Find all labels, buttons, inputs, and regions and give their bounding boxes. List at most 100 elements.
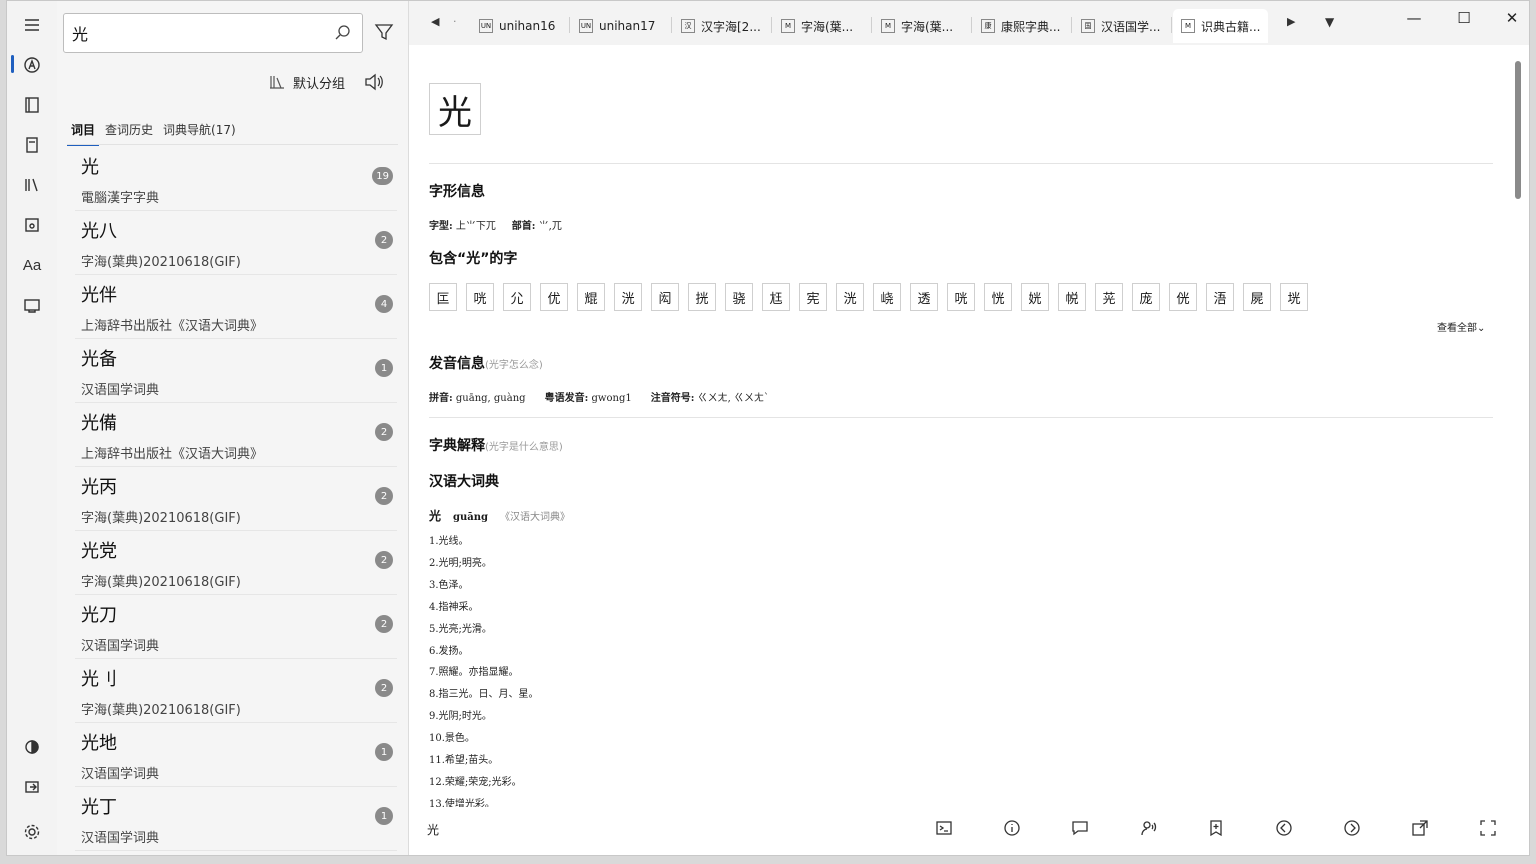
font-icon[interactable]: Aa bbox=[16, 249, 48, 281]
related-char[interactable]: 洸 bbox=[836, 283, 864, 311]
info-icon[interactable] bbox=[1003, 819, 1023, 837]
list-item[interactable]: 光丁 汉语国学词典 1 bbox=[75, 787, 397, 851]
doc-tab[interactable]: UN unihan16 bbox=[471, 9, 563, 43]
definition-item: 11.希望;苗头。 bbox=[429, 755, 499, 767]
list-item[interactable]: 光伴 上海辞书出版社《汉语大词典》 4 bbox=[75, 275, 397, 339]
list-item-dict: 字海(葉典)20210618(GIF) bbox=[81, 511, 241, 526]
open-external-icon[interactable] bbox=[1411, 819, 1431, 837]
related-char[interactable]: 侊 bbox=[1169, 283, 1197, 311]
doc-tab[interactable]: M 识典古籍... bbox=[1173, 9, 1269, 43]
glyph-meta: 字型: 上⺌下兀 部首: ⺌,兀 bbox=[429, 217, 562, 232]
doc-tab[interactable]: 康康熙字典... bbox=[973, 9, 1068, 43]
related-char[interactable]: 挄 bbox=[688, 283, 716, 311]
comment-icon[interactable] bbox=[1071, 819, 1091, 837]
tab-separator bbox=[569, 17, 570, 33]
related-char[interactable]: 闳 bbox=[651, 283, 679, 311]
related-char[interactable]: 咣 bbox=[466, 283, 494, 311]
doc-tab[interactable]: 国汉语国学... bbox=[1073, 9, 1168, 43]
related-char[interactable]: 尪 bbox=[762, 283, 790, 311]
related-char[interactable]: 宪 bbox=[799, 283, 827, 311]
screen-capture-icon[interactable] bbox=[16, 289, 48, 321]
hamburger-icon[interactable] bbox=[16, 9, 48, 41]
related-char[interactable]: 透 bbox=[910, 283, 938, 311]
related-char[interactable]: 洸 bbox=[614, 283, 642, 311]
doc-tab[interactable]: UN unihan17 bbox=[571, 9, 663, 43]
list-item-word: 光党 bbox=[81, 541, 117, 562]
related-char[interactable]: 姯 bbox=[1021, 283, 1049, 311]
filter-icon[interactable] bbox=[373, 21, 395, 43]
dictionary-icon: UN bbox=[479, 19, 493, 33]
related-char[interactable]: 帨 bbox=[1058, 283, 1086, 311]
doc-tab-label: 康熙字典... bbox=[1001, 19, 1061, 34]
view-all-link[interactable]: 查看全部⌄ bbox=[1437, 319, 1485, 334]
list-item[interactable]: 光地 汉语国学词典 1 bbox=[75, 723, 397, 787]
tab-history[interactable]: 查词历史 bbox=[101, 119, 157, 146]
definition-item: 6.发扬。 bbox=[429, 645, 469, 657]
doc-tab-label: 识典古籍... bbox=[1201, 19, 1261, 34]
related-char[interactable]: 屍 bbox=[1243, 283, 1271, 311]
related-char[interactable]: 垙 bbox=[1280, 283, 1308, 311]
list-item[interactable]: 光备 汉语国学词典 1 bbox=[75, 339, 397, 403]
audio-book-icon[interactable] bbox=[16, 209, 48, 241]
list-item[interactable]: 光刂 字海(葉典)20210618(GIF) 2 bbox=[75, 659, 397, 723]
related-char[interactable]: 咣 bbox=[947, 283, 975, 311]
maximize-icon[interactable]: ☐ bbox=[1449, 9, 1479, 27]
search-box bbox=[63, 13, 363, 53]
doc-tab-label: unihan16 bbox=[499, 19, 556, 33]
related-char[interactable]: 庞 bbox=[1132, 283, 1160, 311]
list-item[interactable]: 光八 字海(葉典)20210618(GIF) 2 bbox=[75, 211, 397, 275]
close-icon[interactable]: ✕ bbox=[1497, 9, 1527, 27]
exit-icon[interactable] bbox=[16, 771, 48, 803]
scrollbar-thumb[interactable] bbox=[1515, 61, 1521, 199]
list-item[interactable]: 光備 上海辞书出版社《汉语大词典》 2 bbox=[75, 403, 397, 467]
related-char[interactable]: 浯 bbox=[1206, 283, 1234, 311]
settings-icon[interactable] bbox=[16, 816, 48, 848]
theme-icon[interactable] bbox=[16, 731, 48, 763]
related-char[interactable]: 骁 bbox=[725, 283, 753, 311]
notebook-icon[interactable] bbox=[16, 129, 48, 161]
list-item[interactable]: 光刀 汉语国学词典 2 bbox=[75, 595, 397, 659]
back-icon[interactable] bbox=[1275, 819, 1295, 837]
doc-tab[interactable]: M 字海(葉... bbox=[873, 9, 961, 43]
related-char[interactable]: 尡 bbox=[577, 283, 605, 311]
related-char[interactable]: 峣 bbox=[873, 283, 901, 311]
speaker-icon[interactable] bbox=[363, 71, 385, 93]
speak-person-icon[interactable] bbox=[1139, 819, 1159, 837]
entry-head: 光 guāng 《汉语大词典》 bbox=[429, 507, 570, 524]
library-icon[interactable] bbox=[16, 169, 48, 201]
tab-entries[interactable]: 词目 bbox=[67, 119, 100, 146]
entry-head-word: 光 bbox=[429, 509, 442, 523]
forward-icon[interactable] bbox=[1343, 819, 1363, 837]
tab-separator bbox=[1071, 17, 1072, 33]
terminal-icon[interactable] bbox=[935, 819, 955, 837]
book-icon[interactable] bbox=[16, 89, 48, 121]
minimize-icon[interactable]: — bbox=[1399, 9, 1429, 27]
list-item[interactable]: 光党 字海(葉典)20210618(GIF) 2 bbox=[75, 531, 397, 595]
related-char[interactable]: 恍 bbox=[984, 283, 1012, 311]
group-label: 默认分组 bbox=[293, 76, 346, 92]
search-icon[interactable] bbox=[334, 24, 352, 42]
doc-tab[interactable]: M 字海(葉... bbox=[773, 9, 861, 43]
related-char[interactable]: 匞 bbox=[429, 283, 457, 311]
bookmark-add-icon[interactable] bbox=[1207, 819, 1227, 837]
list-item[interactable]: 光丙 字海(葉典)20210618(GIF) 2 bbox=[75, 467, 397, 531]
tab-scroll-right-icon[interactable]: ▶ bbox=[1287, 15, 1295, 28]
definition-item: 4.指神采。 bbox=[429, 601, 479, 613]
doc-tab-label: 字海(葉... bbox=[801, 19, 854, 34]
cantonese-value: gwong1 bbox=[591, 393, 632, 404]
tab-list-dropdown-icon[interactable]: ▼ bbox=[1325, 15, 1334, 29]
tab-dict-nav[interactable]: 词典导航(17) bbox=[159, 119, 240, 146]
related-char[interactable]: 尣 bbox=[503, 283, 531, 311]
rail-active-indicator bbox=[11, 55, 14, 73]
tab-scroll-left-icon[interactable]: ◀ bbox=[431, 15, 439, 28]
fullscreen-icon[interactable] bbox=[1479, 819, 1499, 837]
tabs-divider bbox=[67, 144, 398, 145]
search-input[interactable] bbox=[70, 20, 320, 46]
doc-tab[interactable]: 汉汉字海[2... bbox=[673, 9, 769, 43]
group-selector[interactable]: 默认分组 bbox=[269, 71, 345, 93]
related-char[interactable]: 优 bbox=[540, 283, 568, 311]
related-char[interactable]: 茪 bbox=[1095, 283, 1123, 311]
list-item[interactable]: 光電腦漢字字典 19 bbox=[75, 147, 397, 211]
tab-separator bbox=[771, 17, 772, 33]
lookup-icon[interactable] bbox=[16, 49, 48, 81]
